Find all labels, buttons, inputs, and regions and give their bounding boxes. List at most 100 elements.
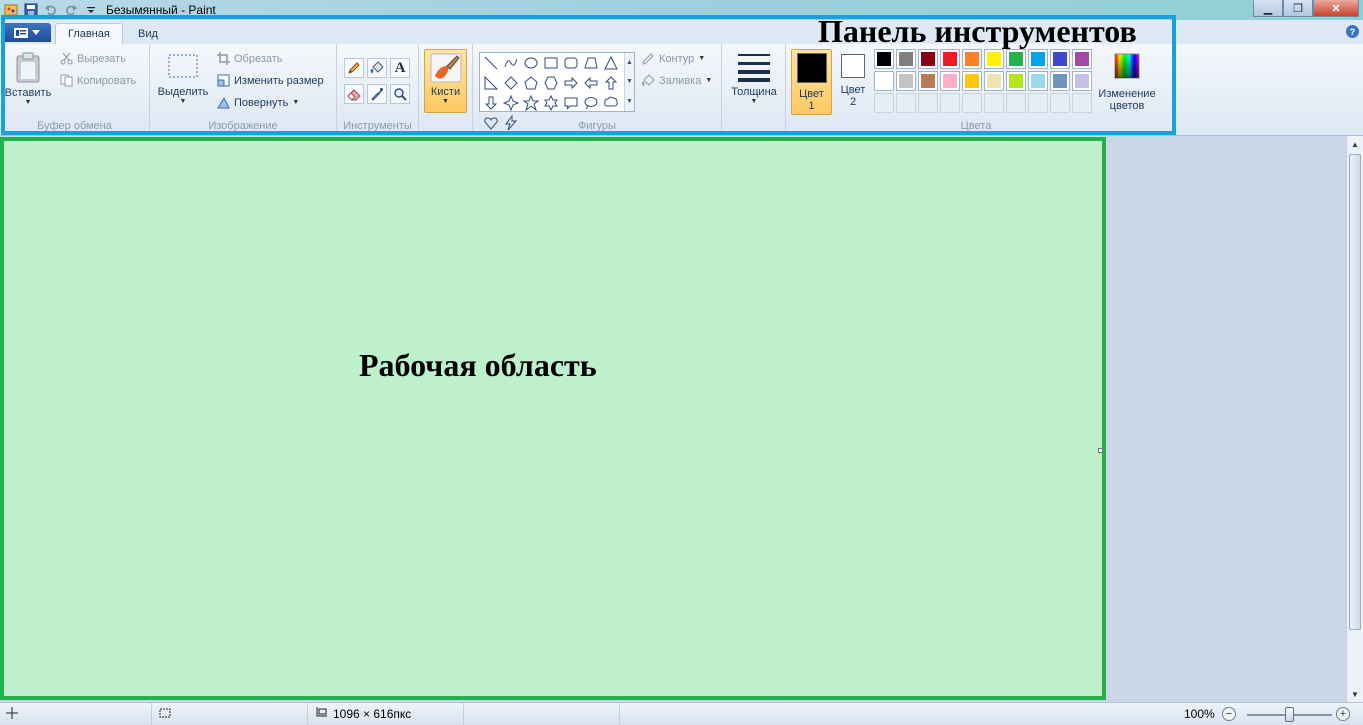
custom-color-slot[interactable] bbox=[1006, 93, 1026, 113]
five-point-star-shape-icon[interactable] bbox=[522, 94, 540, 112]
line-shape-icon[interactable] bbox=[482, 54, 500, 72]
oval-shape-icon[interactable] bbox=[522, 54, 540, 72]
palette-swatch[interactable] bbox=[1072, 49, 1092, 69]
palette-swatch[interactable] bbox=[962, 49, 982, 69]
heart-shape-icon[interactable] bbox=[482, 114, 500, 132]
palette-swatch[interactable] bbox=[984, 49, 1004, 69]
down-arrow-shape-icon[interactable] bbox=[482, 94, 500, 112]
up-arrow-shape-icon[interactable] bbox=[602, 74, 620, 92]
diamond-shape-icon[interactable] bbox=[502, 74, 520, 92]
outline-button[interactable]: Контур ▼ bbox=[642, 52, 705, 65]
paint-app-icon[interactable] bbox=[2, 2, 20, 18]
rotate-button[interactable]: Повернуть ▼ bbox=[217, 96, 299, 109]
four-point-star-shape-icon[interactable] bbox=[502, 94, 520, 112]
resize-button[interactable]: Изменить размер bbox=[217, 74, 324, 87]
pentagon-shape-icon[interactable] bbox=[522, 74, 540, 92]
eraser-icon[interactable] bbox=[344, 84, 364, 104]
custom-color-slot[interactable] bbox=[874, 93, 894, 113]
zoom-out-button[interactable]: − bbox=[1222, 707, 1236, 721]
scroll-down-icon[interactable]: ▼ bbox=[626, 78, 633, 85]
scrollbar-thumb[interactable] bbox=[1349, 154, 1361, 630]
fill-icon[interactable] bbox=[367, 58, 387, 78]
custom-color-slot[interactable] bbox=[984, 93, 1004, 113]
palette-swatch[interactable] bbox=[874, 71, 894, 91]
shapes-gallery-scroll[interactable]: ▲ ▼ ▼ bbox=[624, 53, 634, 111]
minimize-button[interactable]: ▁ bbox=[1253, 0, 1283, 17]
custom-color-slot[interactable] bbox=[940, 93, 960, 113]
scroll-down-icon[interactable]: ▼ bbox=[1347, 686, 1363, 702]
custom-color-slot[interactable] bbox=[1050, 93, 1070, 113]
cut-button[interactable]: Вырезать bbox=[60, 52, 126, 65]
palette-swatch[interactable] bbox=[1050, 49, 1070, 69]
color-picker-icon[interactable] bbox=[367, 84, 387, 104]
shape-fill-button[interactable]: Заливка ▼ bbox=[642, 74, 712, 87]
drawing-canvas[interactable]: Рабочая область bbox=[0, 137, 1106, 700]
curve-shape-icon[interactable] bbox=[502, 54, 520, 72]
rectangle-shape-icon[interactable] bbox=[542, 54, 560, 72]
undo-icon[interactable] bbox=[42, 2, 60, 18]
select-button[interactable]: Выделить ▼ bbox=[156, 52, 210, 105]
chevron-down-icon: ▼ bbox=[24, 99, 32, 106]
text-icon[interactable]: A bbox=[390, 58, 410, 78]
palette-swatch[interactable] bbox=[1050, 71, 1070, 91]
rounded-rectangle-shape-icon[interactable] bbox=[562, 54, 580, 72]
save-icon[interactable] bbox=[22, 2, 40, 18]
canvas-dimensions: 1096 × 616пкс bbox=[333, 707, 412, 721]
palette-swatch[interactable] bbox=[962, 71, 982, 91]
polygon-shape-icon[interactable] bbox=[582, 54, 600, 72]
right-arrow-shape-icon[interactable] bbox=[562, 74, 580, 92]
custom-color-slot[interactable] bbox=[896, 93, 916, 113]
palette-swatch[interactable] bbox=[940, 49, 960, 69]
hexagon-shape-icon[interactable] bbox=[542, 74, 560, 92]
close-button[interactable]: ✕ bbox=[1313, 0, 1359, 17]
palette-swatch[interactable] bbox=[918, 49, 938, 69]
brushes-button[interactable]: Кисти ▼ bbox=[424, 49, 467, 113]
palette-swatch[interactable] bbox=[1028, 71, 1048, 91]
palette-swatch[interactable] bbox=[896, 71, 916, 91]
tab-home[interactable]: Главная bbox=[55, 23, 123, 44]
color2-button[interactable]: Цвет 2 bbox=[838, 54, 868, 108]
scroll-up-icon[interactable]: ▲ bbox=[626, 59, 633, 66]
left-arrow-shape-icon[interactable] bbox=[582, 74, 600, 92]
palette-swatch[interactable] bbox=[1072, 71, 1092, 91]
palette-swatch[interactable] bbox=[918, 71, 938, 91]
rounded-callout-shape-icon[interactable] bbox=[562, 94, 580, 112]
magnifier-icon[interactable] bbox=[390, 84, 410, 104]
vertical-scrollbar[interactable]: ▲ ▼ bbox=[1346, 136, 1363, 702]
crop-button[interactable]: Обрезать bbox=[217, 52, 283, 65]
help-icon[interactable]: ? bbox=[1346, 25, 1359, 38]
palette-swatch[interactable] bbox=[1006, 71, 1026, 91]
color1-button[interactable]: Цвет 1 bbox=[791, 49, 832, 115]
triangle-shape-icon[interactable] bbox=[602, 54, 620, 72]
palette-swatch[interactable] bbox=[1006, 49, 1026, 69]
custom-color-slot[interactable] bbox=[918, 93, 938, 113]
palette-swatch[interactable] bbox=[874, 49, 894, 69]
canvas-resize-handle[interactable] bbox=[1098, 448, 1103, 453]
cloud-callout-shape-icon[interactable] bbox=[602, 94, 620, 112]
tab-view[interactable]: Вид bbox=[126, 23, 170, 44]
paint-menu-button[interactable] bbox=[3, 23, 51, 42]
zoom-slider-thumb[interactable] bbox=[1285, 707, 1294, 722]
copy-button[interactable]: Копировать bbox=[60, 74, 136, 87]
custom-color-slot[interactable] bbox=[1028, 93, 1048, 113]
right-triangle-shape-icon[interactable] bbox=[482, 74, 500, 92]
zoom-in-button[interactable]: + bbox=[1336, 707, 1350, 721]
palette-swatch[interactable] bbox=[984, 71, 1004, 91]
palette-swatch[interactable] bbox=[940, 71, 960, 91]
palette-swatch[interactable] bbox=[1028, 49, 1048, 69]
pencil-icon[interactable] bbox=[344, 58, 364, 78]
oval-callout-shape-icon[interactable] bbox=[582, 94, 600, 112]
palette-swatch[interactable] bbox=[896, 49, 916, 69]
customize-quick-access-icon[interactable] bbox=[82, 2, 100, 18]
custom-color-slot[interactable] bbox=[962, 93, 982, 113]
six-point-star-shape-icon[interactable] bbox=[542, 94, 560, 112]
expand-gallery-icon[interactable]: ▼ bbox=[626, 98, 633, 105]
lightning-shape-icon[interactable] bbox=[502, 114, 520, 132]
edit-colors-button[interactable]: Изменение цветов bbox=[1094, 52, 1160, 112]
size-button[interactable]: Толщина ▼ bbox=[728, 52, 780, 105]
paste-button[interactable]: Вставить ▼ bbox=[4, 52, 52, 106]
redo-icon[interactable] bbox=[62, 2, 80, 18]
custom-color-slot[interactable] bbox=[1072, 93, 1092, 113]
maximize-button[interactable]: ❐ bbox=[1283, 0, 1313, 17]
scroll-up-icon[interactable]: ▲ bbox=[1347, 136, 1363, 152]
